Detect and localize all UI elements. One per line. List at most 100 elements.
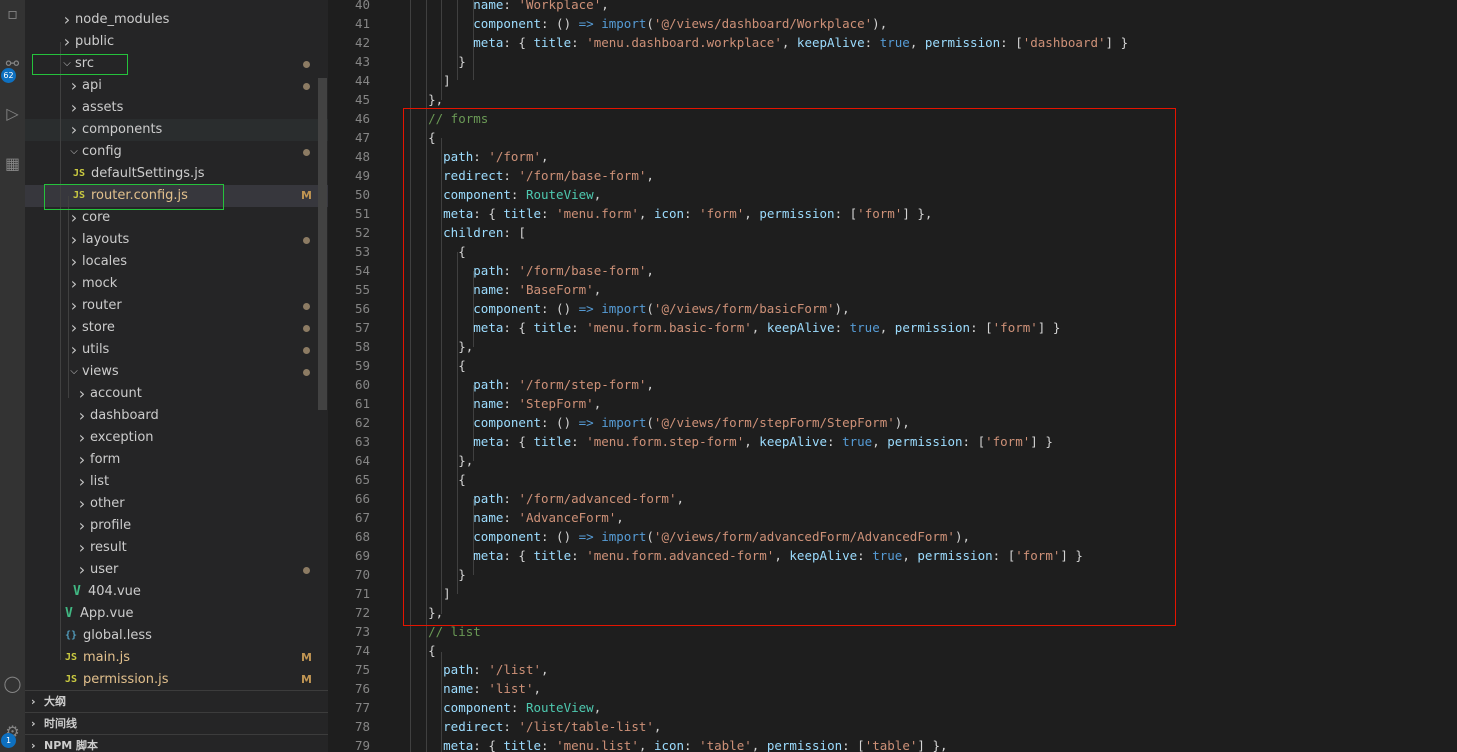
tree-item-label: utils bbox=[82, 342, 110, 357]
line-number: 40 bbox=[354, 0, 370, 12]
modified-dot-icon bbox=[303, 303, 310, 310]
line-number: 73 bbox=[354, 624, 370, 639]
line-number: 48 bbox=[354, 149, 370, 164]
line-number: 47 bbox=[354, 130, 370, 145]
router-config-highlight-box bbox=[44, 184, 224, 210]
code-line[interactable]: redirect: '/list/table-list', bbox=[398, 717, 661, 736]
tree-item-assets[interactable]: › assets bbox=[25, 97, 328, 119]
minimap[interactable] bbox=[1445, 0, 1457, 752]
settings-badge: 1 bbox=[1, 733, 16, 748]
tree-item-label: public bbox=[75, 34, 115, 49]
chevron-down-icon: ⌵ bbox=[70, 146, 78, 157]
tree-item-router[interactable]: › router bbox=[25, 295, 328, 317]
code-line[interactable]: }, bbox=[398, 90, 443, 109]
tree-item-label: App.vue bbox=[80, 606, 134, 621]
chevron-right-icon: › bbox=[31, 739, 36, 752]
extensions-icon[interactable]: ▦ bbox=[0, 150, 25, 178]
chevron-right-icon: › bbox=[31, 695, 36, 708]
tree-item-views[interactable]: ⌵ views bbox=[25, 361, 328, 383]
line-number: 63 bbox=[354, 434, 370, 449]
line-number: 64 bbox=[354, 453, 370, 468]
tree-item-other[interactable]: › other bbox=[25, 493, 328, 515]
tree-item-form[interactable]: › form bbox=[25, 449, 328, 471]
tree-item-permission-js[interactable]: JS permission.js M bbox=[25, 669, 328, 691]
chevron-right-icon: › bbox=[70, 230, 78, 249]
tree-item-account[interactable]: › account bbox=[25, 383, 328, 405]
chevron-right-icon: › bbox=[63, 32, 71, 51]
tree-item-label: core bbox=[82, 210, 111, 225]
files-icon[interactable]: ▫ bbox=[0, 0, 25, 28]
less-file-icon: {} bbox=[65, 630, 78, 641]
tree-item-core[interactable]: › core bbox=[25, 207, 328, 229]
line-number: 50 bbox=[354, 187, 370, 202]
code-line[interactable]: component: () => import('@/views/dashboa… bbox=[398, 14, 887, 33]
vue-file-icon: V bbox=[73, 584, 81, 599]
panel-npm-scripts[interactable]: › NPM 脚本 bbox=[25, 734, 328, 752]
tree-item-label: node_modules bbox=[75, 12, 170, 27]
tree-item-locales[interactable]: › locales bbox=[25, 251, 328, 273]
vue-file-icon: V bbox=[65, 606, 73, 621]
line-number: 79 bbox=[354, 738, 370, 752]
tree-item-global-less[interactable]: {} global.less bbox=[25, 625, 328, 647]
chevron-right-icon: › bbox=[78, 560, 86, 579]
chevron-right-icon: › bbox=[70, 208, 78, 227]
code-line[interactable]: name: 'Workplace', bbox=[398, 0, 609, 14]
chevron-right-icon: › bbox=[70, 120, 78, 139]
tree-item-result[interactable]: › result bbox=[25, 537, 328, 559]
tree-item-main-js[interactable]: JS main.js M bbox=[25, 647, 328, 669]
panel-outline[interactable]: › 大纲 bbox=[25, 690, 328, 712]
code-line[interactable]: meta: { title: 'menu.dashboard.workplace… bbox=[398, 33, 1128, 52]
tree-item-user[interactable]: › user bbox=[25, 559, 328, 581]
tree-item-components[interactable]: › components bbox=[25, 119, 328, 141]
line-number: 72 bbox=[354, 605, 370, 620]
line-number: 74 bbox=[354, 643, 370, 658]
explorer-scrollbar[interactable] bbox=[318, 78, 327, 410]
tree-item-dashboard[interactable]: › dashboard bbox=[25, 405, 328, 427]
code-line[interactable]: path: '/list', bbox=[398, 660, 548, 679]
tree-item-label: list bbox=[90, 474, 110, 489]
tree-item-store[interactable]: › store bbox=[25, 317, 328, 339]
tree-item-exception[interactable]: › exception bbox=[25, 427, 328, 449]
code-line[interactable]: component: RouteView, bbox=[398, 698, 601, 717]
modified-dot-icon bbox=[303, 369, 310, 376]
line-number: 46 bbox=[354, 111, 370, 126]
line-number: 78 bbox=[354, 719, 370, 734]
line-number: 58 bbox=[354, 339, 370, 354]
panel-timeline[interactable]: › 时间线 bbox=[25, 712, 328, 734]
tree-item-node-modules[interactable]: › node_modules bbox=[25, 9, 328, 31]
line-number: 56 bbox=[354, 301, 370, 316]
tree-item-label: user bbox=[90, 562, 119, 577]
code-editor[interactable]: 40 name: 'Workplace', 41 component: () =>… bbox=[328, 0, 1457, 752]
tree-item-api[interactable]: › api bbox=[25, 75, 328, 97]
code-line[interactable]: name: 'list', bbox=[398, 679, 541, 698]
tree-item-utils[interactable]: › utils bbox=[25, 339, 328, 361]
chevron-down-icon: ⌵ bbox=[70, 366, 78, 377]
run-debug-icon[interactable]: ▷ bbox=[0, 100, 25, 128]
tree-item-layouts[interactable]: › layouts bbox=[25, 229, 328, 251]
tree-item-profile[interactable]: › profile bbox=[25, 515, 328, 537]
tree-item-label: defaultSettings.js bbox=[91, 166, 205, 181]
code-line[interactable]: meta: { title: 'menu.list', icon: 'table… bbox=[398, 736, 947, 752]
code-line[interactable]: ] bbox=[398, 71, 451, 90]
tree-item-config[interactable]: ⌵ config bbox=[25, 141, 328, 163]
chevron-right-icon: › bbox=[70, 296, 78, 315]
tree-item-list[interactable]: › list bbox=[25, 471, 328, 493]
line-number: 60 bbox=[354, 377, 370, 392]
modified-dot-icon bbox=[303, 237, 310, 244]
chevron-right-icon: › bbox=[78, 450, 86, 469]
tree-item-label: profile bbox=[90, 518, 132, 533]
tree-item-mock[interactable]: › mock bbox=[25, 273, 328, 295]
tree-item-public[interactable]: › public bbox=[25, 31, 328, 53]
tree-item-label: layouts bbox=[82, 232, 130, 247]
line-number: 77 bbox=[354, 700, 370, 715]
account-icon[interactable]: ◯ bbox=[0, 670, 25, 698]
tree-item-defaultsettings-js[interactable]: JS defaultSettings.js bbox=[25, 163, 328, 185]
modified-dot-icon bbox=[303, 567, 310, 574]
tree-item-app-vue[interactable]: V App.vue bbox=[25, 603, 328, 625]
src-highlight-box bbox=[32, 54, 128, 75]
tree-item-label: account bbox=[90, 386, 142, 401]
chevron-right-icon: › bbox=[70, 76, 78, 95]
tree-item-404-vue[interactable]: V 404.vue bbox=[25, 581, 328, 603]
code-line[interactable]: { bbox=[398, 641, 436, 660]
code-line[interactable]: } bbox=[398, 52, 466, 71]
